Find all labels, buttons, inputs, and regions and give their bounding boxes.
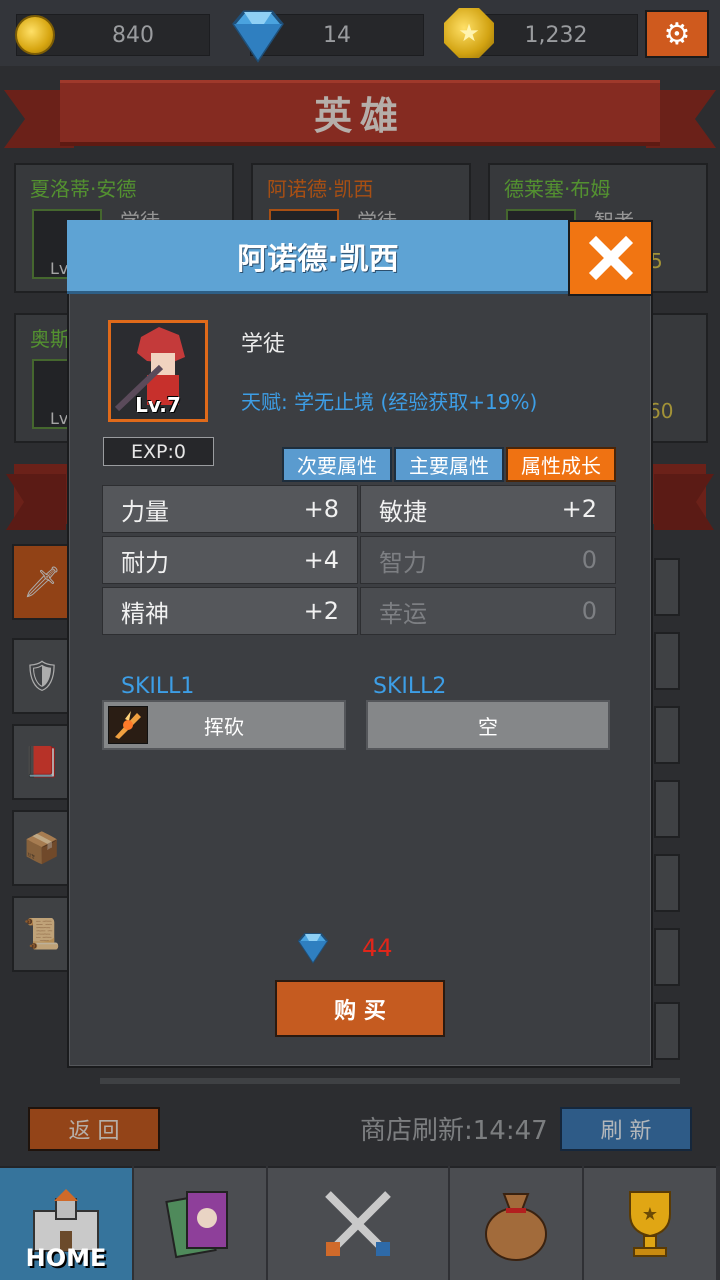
slash-skill-icon bbox=[108, 706, 148, 744]
close-button[interactable] bbox=[568, 220, 653, 296]
bottom-navigation: HOME ★ bbox=[0, 1166, 720, 1280]
stat-strength: 力量 +8 bbox=[102, 485, 358, 533]
tab-attribute-growth[interactable]: 属性成长 bbox=[506, 447, 616, 482]
stat-agility: 敏捷 +2 bbox=[360, 485, 616, 533]
money-bag-icon bbox=[485, 1193, 547, 1261]
stat-value: +2 bbox=[561, 495, 597, 523]
gold-coin-icon bbox=[15, 15, 55, 55]
price-row: 44 bbox=[296, 930, 436, 970]
star-coin-icon: ★ bbox=[444, 8, 494, 58]
skill1-label: SKILL1 bbox=[121, 674, 195, 699]
hero-talent: 天赋: 学无止境 (经验获取+19%) bbox=[241, 390, 538, 414]
stat-name: 敏捷 bbox=[379, 497, 427, 526]
stat-value: +4 bbox=[303, 546, 339, 574]
gold-counter: 840 bbox=[15, 14, 210, 56]
crossed-swords-icon bbox=[325, 1191, 391, 1256]
stat-endurance: 耐力 +4 bbox=[102, 536, 358, 584]
settings-button[interactable]: ⚙ bbox=[645, 10, 709, 58]
skill2-slot[interactable]: 空 bbox=[366, 700, 610, 750]
stat-name: 幸运 bbox=[379, 599, 427, 628]
stat-spirit: 精神 +2 bbox=[102, 587, 358, 635]
nav-tab-trophy[interactable]: ★ bbox=[584, 1166, 716, 1280]
nav-tab-cards[interactable] bbox=[134, 1166, 266, 1280]
nav-home-label: HOME bbox=[25, 1244, 107, 1272]
buy-button[interactable]: 购 买 bbox=[275, 980, 445, 1037]
hero-level: Lv.7 bbox=[135, 393, 181, 417]
stat-intelligence: 智力 0 bbox=[360, 536, 616, 584]
skill1-name: 挥砍 bbox=[204, 714, 244, 739]
stat-name: 耐力 bbox=[121, 548, 169, 577]
gold-value: 840 bbox=[112, 22, 154, 48]
trophy-icon: ★ bbox=[629, 1191, 671, 1257]
stat-luck: 幸运 0 bbox=[360, 587, 616, 635]
stat-name: 智力 bbox=[379, 548, 427, 577]
hero-class: 学徒 bbox=[241, 332, 286, 357]
gem-icon bbox=[297, 933, 329, 964]
modal-title: 阿诺德·凯西 bbox=[237, 241, 399, 277]
gem-icon bbox=[232, 10, 284, 63]
tab-primary-attributes[interactable]: 主要属性 bbox=[394, 447, 504, 482]
nav-tab-bag[interactable] bbox=[450, 1166, 582, 1280]
gear-icon: ⚙ bbox=[663, 16, 691, 52]
hero-portrait: Lv.7 bbox=[108, 320, 208, 422]
skill2-name: 空 bbox=[478, 714, 498, 739]
tab-secondary-attributes[interactable]: 次要属性 bbox=[282, 447, 392, 482]
stat-value: 0 bbox=[581, 546, 597, 574]
stat-value: +2 bbox=[303, 597, 339, 625]
skill1-slot[interactable]: 挥砍 bbox=[102, 700, 346, 750]
stat-value: 0 bbox=[581, 597, 597, 625]
stat-value: +8 bbox=[303, 495, 339, 523]
nav-tab-battle[interactable] bbox=[268, 1166, 448, 1280]
cards-icon bbox=[165, 1191, 228, 1259]
price-value: 44 bbox=[362, 934, 393, 962]
nav-tab-home[interactable]: HOME bbox=[0, 1166, 132, 1280]
star-value: 1,232 bbox=[524, 22, 588, 48]
skill2-label: SKILL2 bbox=[373, 674, 447, 699]
exp-display: EXP:0 bbox=[103, 437, 214, 466]
close-icon bbox=[588, 235, 633, 281]
modal-header: 阿诺德·凯西 bbox=[67, 220, 569, 294]
stat-name: 精神 bbox=[121, 599, 169, 628]
svg-text:★: ★ bbox=[642, 1204, 658, 1225]
stat-name: 力量 bbox=[121, 497, 169, 526]
